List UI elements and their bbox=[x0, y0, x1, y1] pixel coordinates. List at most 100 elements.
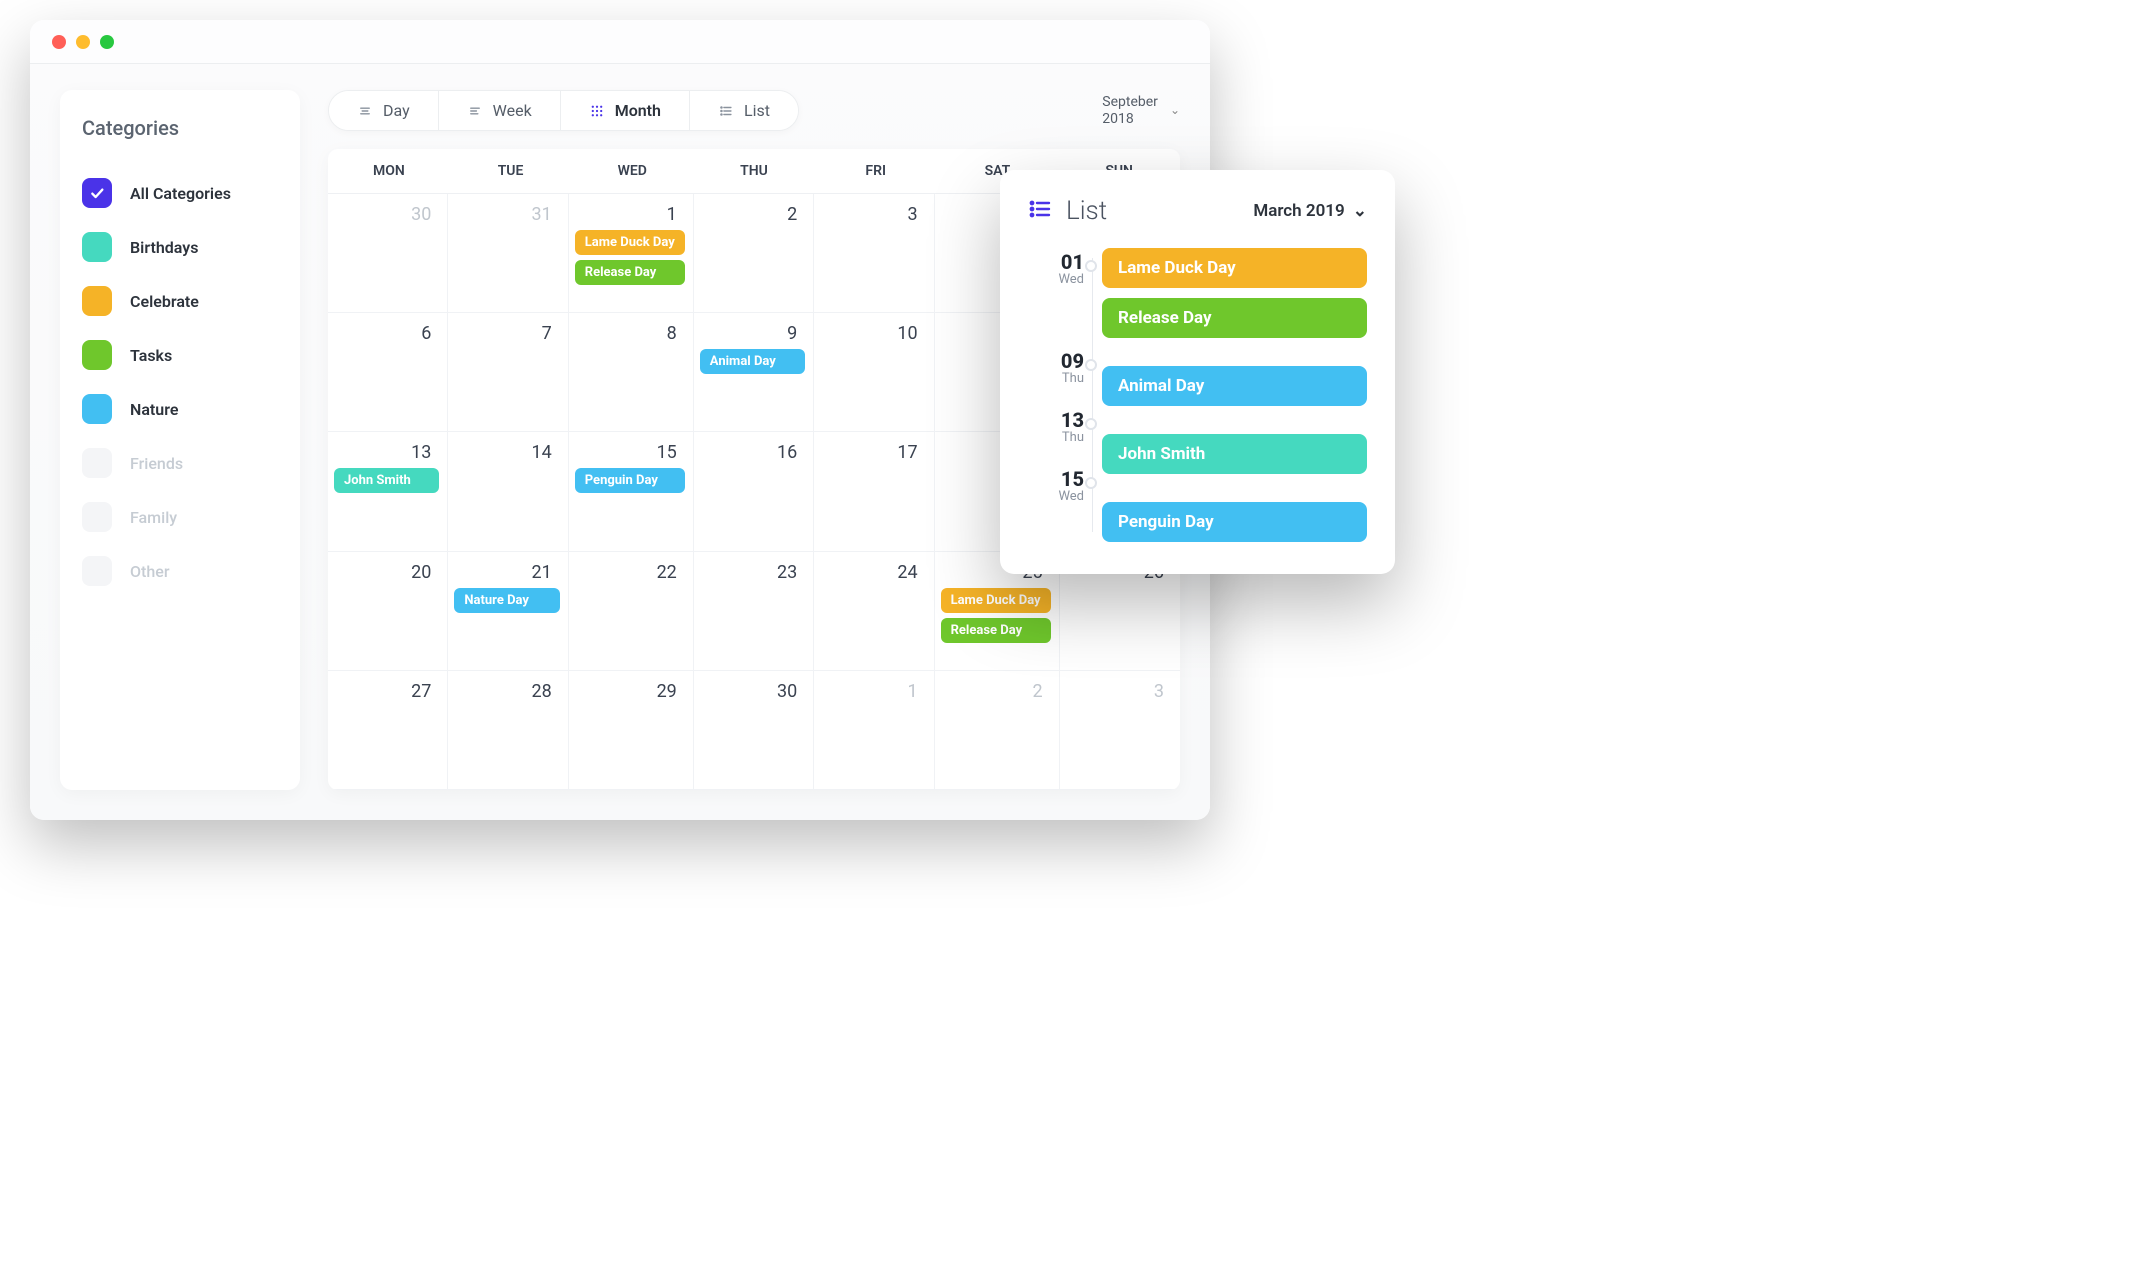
calendar-header: THU bbox=[693, 149, 815, 193]
list-date: 15Wed bbox=[1028, 469, 1084, 504]
maximize-icon[interactable] bbox=[100, 35, 114, 49]
view-tab-list[interactable]: List bbox=[690, 91, 798, 130]
calendar-event[interactable]: Nature Day bbox=[454, 588, 559, 613]
category-label: Celebrate bbox=[130, 292, 199, 311]
day-number: 1 bbox=[575, 202, 685, 225]
list-date-weekday: Wed bbox=[1028, 489, 1084, 504]
category-item[interactable]: Birthdays bbox=[82, 220, 278, 274]
calendar-cell[interactable]: 1 Lame Duck Day Release Day bbox=[569, 194, 694, 313]
calendar-cell[interactable]: 31 bbox=[448, 194, 568, 313]
calendar-event[interactable]: Release Day bbox=[575, 260, 685, 285]
view-tab-week[interactable]: Week bbox=[439, 91, 561, 130]
category-item[interactable]: Celebrate bbox=[82, 274, 278, 328]
calendar-cell[interactable]: 2 bbox=[935, 671, 1060, 790]
list-date-weekday: Wed bbox=[1028, 272, 1084, 287]
day-number: 20 bbox=[334, 560, 439, 583]
calendar-cell[interactable]: 7 bbox=[448, 313, 568, 432]
view-tab-label: Month bbox=[615, 101, 661, 120]
day-number: 31 bbox=[454, 202, 559, 225]
calendar-cell[interactable]: 3 bbox=[814, 194, 934, 313]
calendar-cell[interactable]: 13John Smith bbox=[328, 432, 448, 551]
category-item[interactable]: Tasks bbox=[82, 328, 278, 382]
close-icon[interactable] bbox=[52, 35, 66, 49]
view-tab-label: Day bbox=[383, 101, 410, 120]
category-item[interactable]: Nature bbox=[82, 382, 278, 436]
calendar-cell[interactable]: 17 bbox=[814, 432, 934, 551]
list-event[interactable]: John Smith bbox=[1102, 434, 1367, 474]
day-number: 2 bbox=[700, 202, 805, 225]
day-number: 1 bbox=[820, 679, 925, 702]
chevron-down-icon: ⌄ bbox=[1353, 201, 1367, 221]
day-number: 2 bbox=[941, 679, 1051, 702]
list-event[interactable]: Lame Duck Day bbox=[1102, 248, 1367, 288]
calendar-header: FRI bbox=[815, 149, 937, 193]
view-tab-month[interactable]: Month bbox=[561, 91, 690, 130]
calendar-cell[interactable]: 23 bbox=[694, 552, 814, 671]
calendar-cell[interactable]: 20 bbox=[328, 552, 448, 671]
calendar-event[interactable]: John Smith bbox=[334, 468, 439, 493]
category-label: Birthdays bbox=[130, 238, 198, 257]
calendar-cell[interactable]: 21 Nature Day bbox=[448, 552, 568, 671]
view-tab-day[interactable]: Day bbox=[329, 91, 439, 130]
day-number: 14 bbox=[454, 440, 559, 463]
calendar-event[interactable]: Lame Duck Day bbox=[941, 588, 1051, 613]
calendar-event[interactable]: Lame Duck Day bbox=[575, 230, 685, 255]
list-event[interactable]: Animal Day bbox=[1102, 366, 1367, 406]
category-item[interactable]: Other bbox=[82, 544, 278, 598]
calendar-cell[interactable]: 1 bbox=[814, 671, 934, 790]
calendar-cell[interactable]: 9Animal Day bbox=[694, 313, 814, 432]
calendar-cell[interactable]: 3 bbox=[1060, 671, 1180, 790]
day-number: 3 bbox=[1066, 679, 1172, 702]
month-picker[interactable]: Septeber 2018 ⌄ bbox=[1102, 94, 1180, 128]
calendar-event[interactable]: Release Day bbox=[941, 618, 1051, 643]
list-popover: List March 2019 ⌄ 01Wed09Thu13Thu15Wed L… bbox=[1000, 170, 1395, 574]
calendar-cell[interactable]: 29 bbox=[569, 671, 694, 790]
day-number: 8 bbox=[575, 321, 685, 344]
category-swatch-icon bbox=[82, 340, 112, 370]
category-swatch-icon bbox=[82, 556, 112, 586]
category-item[interactable]: Friends bbox=[82, 436, 278, 490]
day-number: 30 bbox=[700, 679, 805, 702]
month-picker-line2: 2018 bbox=[1102, 111, 1158, 128]
minimize-icon[interactable] bbox=[76, 35, 90, 49]
day-number: 23 bbox=[700, 560, 805, 583]
day-number: 21 bbox=[454, 560, 559, 583]
calendar-header: TUE bbox=[450, 149, 572, 193]
list-date-num: 01 bbox=[1028, 252, 1084, 272]
day-number: 7 bbox=[454, 321, 559, 344]
list-month-picker[interactable]: March 2019 ⌄ bbox=[1253, 201, 1367, 221]
calendar-cell[interactable]: 30 bbox=[694, 671, 814, 790]
category-swatch-icon bbox=[82, 232, 112, 262]
calendar-cell[interactable]: 16 bbox=[694, 432, 814, 551]
list-icon bbox=[718, 103, 734, 119]
calendar-cell[interactable]: 15Penguin Day bbox=[569, 432, 694, 551]
category-label: All Categories bbox=[130, 184, 231, 203]
day-number: 16 bbox=[700, 440, 805, 463]
calendar-cell[interactable]: 27 bbox=[328, 671, 448, 790]
list-event[interactable]: Release Day bbox=[1102, 298, 1367, 338]
day-number: 30 bbox=[334, 202, 439, 225]
calendar-toolbar: Day Week Month List Septeber 2018 ⌄ bbox=[328, 90, 1180, 131]
calendar-cell[interactable]: 22 bbox=[569, 552, 694, 671]
category-item[interactable]: Family bbox=[82, 490, 278, 544]
calendar-cell[interactable]: 6 bbox=[328, 313, 448, 432]
category-label: Tasks bbox=[130, 346, 172, 365]
calendar-cell[interactable]: 14 bbox=[448, 432, 568, 551]
calendar-event[interactable]: Animal Day bbox=[700, 349, 805, 374]
day-number: 24 bbox=[820, 560, 925, 583]
category-item[interactable]: All Categories bbox=[82, 166, 278, 220]
category-label: Family bbox=[130, 508, 177, 527]
calendar-cell[interactable]: 24 bbox=[814, 552, 934, 671]
day-number: 28 bbox=[454, 679, 559, 702]
calendar-cell[interactable]: 2 bbox=[694, 194, 814, 313]
calendar-cell[interactable]: 30 bbox=[328, 194, 448, 313]
calendar-event[interactable]: Penguin Day bbox=[575, 468, 685, 493]
lines2-icon bbox=[467, 103, 483, 119]
calendar-cell[interactable]: 8 bbox=[569, 313, 694, 432]
list-date-weekday: Thu bbox=[1028, 430, 1084, 445]
list-date: 13Thu bbox=[1028, 410, 1084, 445]
calendar-cell[interactable]: 28 bbox=[448, 671, 568, 790]
list-event[interactable]: Penguin Day bbox=[1102, 502, 1367, 542]
calendar-cell[interactable]: 10 bbox=[814, 313, 934, 432]
window-titlebar bbox=[30, 20, 1210, 64]
